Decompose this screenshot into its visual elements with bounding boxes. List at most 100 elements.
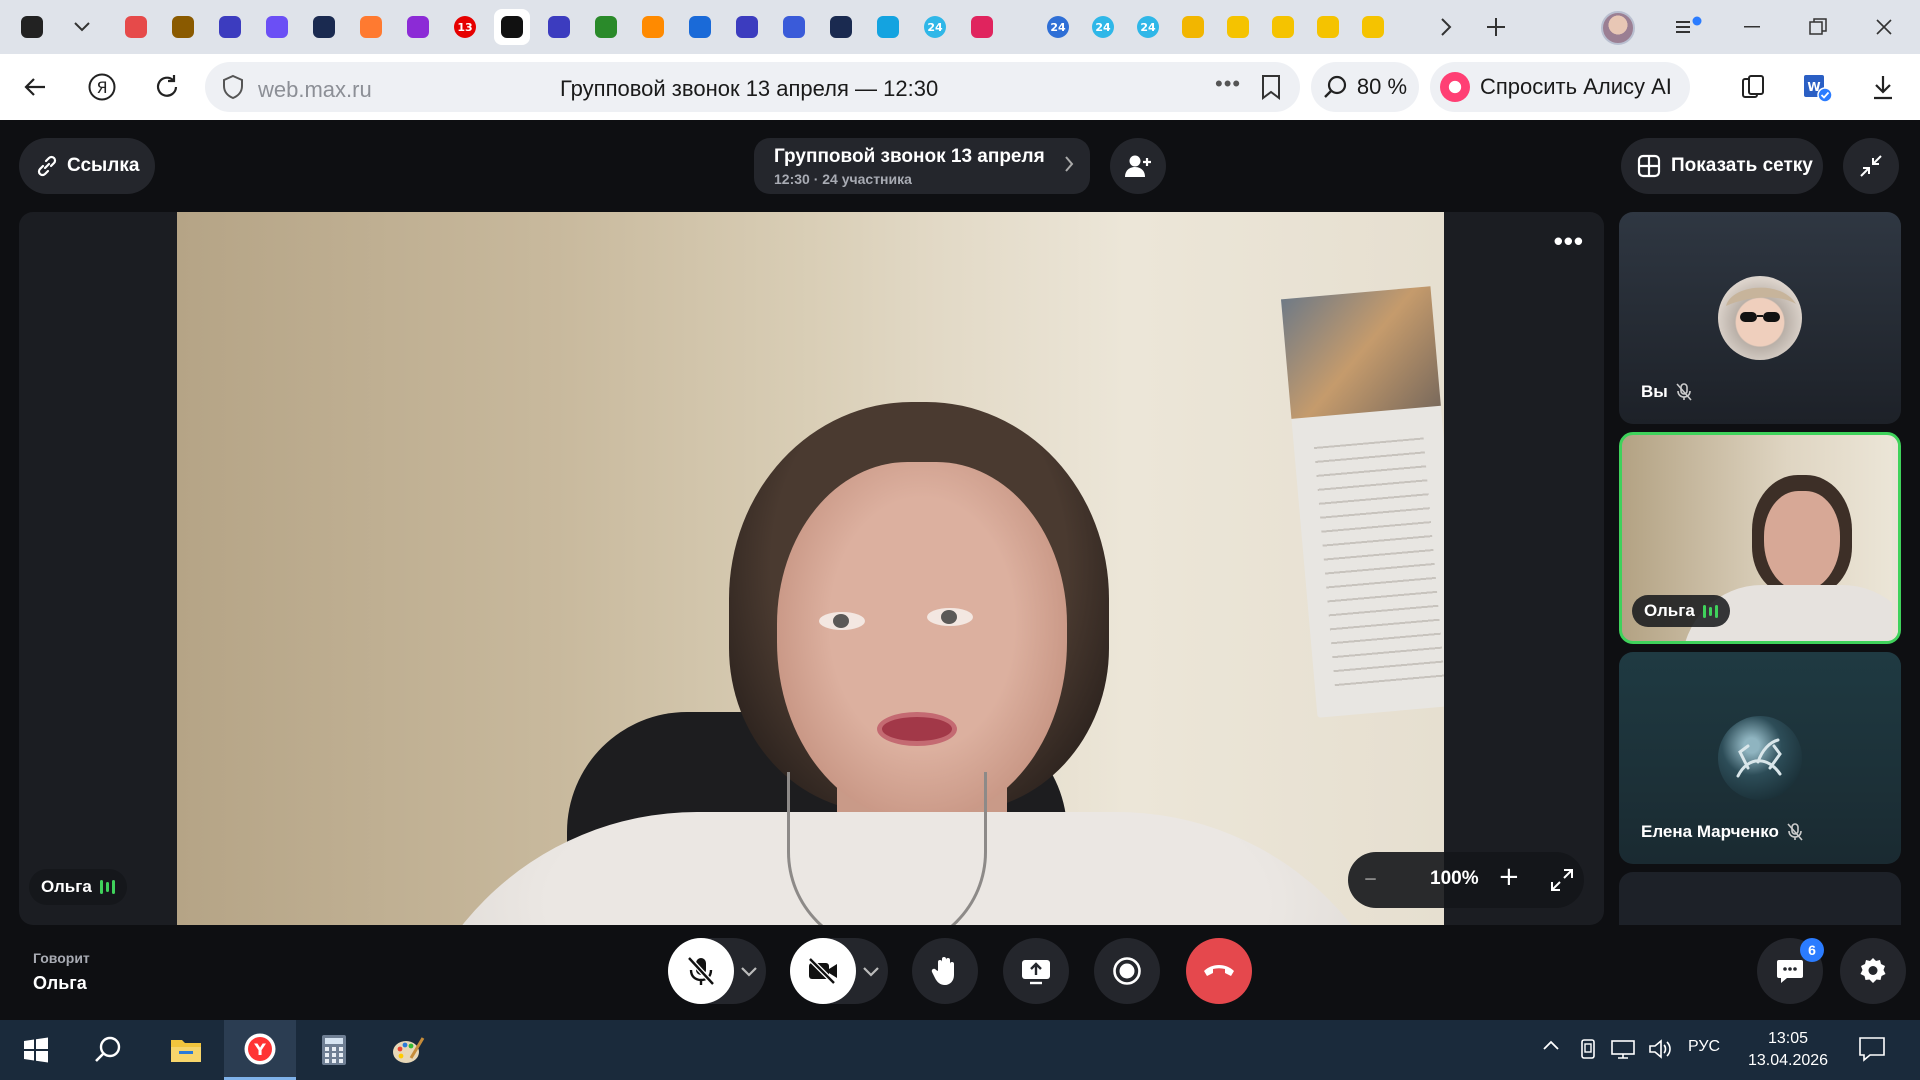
minimize-window-icon[interactable] bbox=[1734, 9, 1770, 45]
note-icon bbox=[1227, 16, 1249, 38]
browser-tab-mail-icon[interactable] bbox=[118, 9, 154, 45]
show-hidden-icons-chevron-icon[interactable] bbox=[1542, 1038, 1560, 1056]
paint-icon[interactable] bbox=[372, 1020, 444, 1080]
raise-hand-button[interactable] bbox=[912, 938, 978, 1004]
browser-tab-cube-icon[interactable] bbox=[541, 9, 577, 45]
microphone-toggle-button[interactable] bbox=[668, 938, 734, 1004]
browser-tab-speaker-icon[interactable] bbox=[14, 9, 50, 45]
system-clock[interactable]: 13:05 13.04.2026 bbox=[1738, 1028, 1838, 1072]
speaking-label: Говорит bbox=[33, 950, 90, 966]
add-user-icon bbox=[1125, 155, 1151, 177]
url-text[interactable]: web.max.ru bbox=[258, 77, 372, 103]
tab-list-chevron-icon[interactable] bbox=[64, 9, 100, 45]
zoom-in-icon[interactable]: + bbox=[1498, 864, 1520, 890]
device-icon[interactable] bbox=[1578, 1038, 1598, 1065]
browser-tab-swirl-icon[interactable] bbox=[306, 9, 342, 45]
start-windows-icon[interactable] bbox=[0, 1020, 72, 1080]
browser-tab-bitrix-icon[interactable]: 24 bbox=[1040, 9, 1076, 45]
search-icon[interactable] bbox=[72, 1020, 144, 1080]
browser-tab-bitrix-icon[interactable]: 24 bbox=[1085, 9, 1121, 45]
browser-tab-link-icon[interactable] bbox=[682, 9, 718, 45]
mic-options-chevron-icon[interactable] bbox=[740, 960, 758, 982]
browser-tab-play-icon[interactable] bbox=[1355, 9, 1391, 45]
participant-tile-olga[interactable]: Ольга bbox=[1619, 432, 1901, 644]
profile-avatar[interactable] bbox=[1601, 11, 1635, 45]
new-tab-plus-icon[interactable] bbox=[1478, 9, 1514, 45]
browser-tab-note-icon[interactable] bbox=[1220, 9, 1256, 45]
yandex-home-icon[interactable]: Я bbox=[83, 68, 121, 106]
close-window-icon[interactable] bbox=[1866, 9, 1902, 45]
browser-tab-cube-icon[interactable] bbox=[729, 9, 765, 45]
necklace bbox=[787, 772, 987, 925]
camera-toggle-button[interactable] bbox=[790, 938, 856, 1004]
browser-tab-swirl-icon[interactable] bbox=[823, 9, 859, 45]
network-icon[interactable] bbox=[1610, 1038, 1638, 1065]
tab-menu-icon[interactable] bbox=[1670, 9, 1706, 45]
address-bar[interactable]: web.max.ru Групповой звонок 13 апреля — … bbox=[205, 62, 1300, 112]
download-icon[interactable] bbox=[1864, 68, 1902, 106]
shield-icon[interactable] bbox=[219, 73, 247, 101]
scroll-tabs-right-icon[interactable] bbox=[1428, 9, 1464, 45]
call-title: Групповой звонок 13 апреля bbox=[774, 145, 1045, 167]
notifications-icon[interactable] bbox=[1858, 1036, 1886, 1067]
bookmark-icon[interactable] bbox=[1260, 74, 1282, 100]
record-button[interactable] bbox=[1094, 938, 1160, 1004]
browser-tab-play-icon[interactable] bbox=[1310, 9, 1346, 45]
browser-tab-envelope-icon[interactable] bbox=[635, 9, 671, 45]
participant-tile-next[interactable] bbox=[1619, 872, 1901, 925]
calculator-icon[interactable] bbox=[298, 1020, 370, 1080]
browser-tab-hm-icon[interactable] bbox=[165, 9, 201, 45]
copy-link-button[interactable]: Ссылка bbox=[19, 138, 155, 194]
speaking-indicator-icon bbox=[99, 880, 115, 894]
browser-tab-cube-icon[interactable] bbox=[212, 9, 248, 45]
yandex-browser-taskbar-icon[interactable]: Y bbox=[224, 1020, 296, 1080]
browser-tab-bitrix-icon[interactable]: 24 bbox=[917, 9, 953, 45]
page-zoom-button[interactable]: 80 % bbox=[1311, 62, 1419, 112]
call-info-button[interactable]: Групповой звонок 13 апреля 12:30 · 24 уч… bbox=[754, 138, 1090, 194]
face-icon bbox=[407, 16, 429, 38]
file-explorer-icon[interactable] bbox=[150, 1020, 222, 1080]
main-video-stage[interactable]: ••• Ольга – 100% + bbox=[19, 212, 1604, 925]
reload-icon[interactable] bbox=[148, 68, 186, 106]
browser-tab-pinwheel-icon[interactable] bbox=[1175, 9, 1211, 45]
browser-tab-ring-icon[interactable] bbox=[964, 9, 1000, 45]
show-grid-button[interactable]: Показать сетку bbox=[1621, 138, 1823, 194]
envelope-icon bbox=[642, 16, 664, 38]
stage-more-options-icon[interactable]: ••• bbox=[1554, 226, 1584, 257]
settings-button[interactable] bbox=[1840, 938, 1906, 1004]
calendar-13-icon: 13 bbox=[454, 16, 476, 38]
restore-window-icon[interactable] bbox=[1800, 9, 1836, 45]
camera-off-icon bbox=[808, 957, 837, 985]
browser-tab-face-icon[interactable] bbox=[400, 9, 436, 45]
collections-icon[interactable] bbox=[1734, 68, 1772, 106]
browser-tab-calendar-13-icon[interactable]: 13 bbox=[447, 9, 483, 45]
collapse-button[interactable] bbox=[1843, 138, 1899, 194]
word-extension-icon[interactable]: W bbox=[1798, 68, 1836, 106]
add-participant-button[interactable] bbox=[1110, 138, 1166, 194]
browser-tab-leaf-icon[interactable] bbox=[588, 9, 624, 45]
volume-icon[interactable] bbox=[1648, 1038, 1674, 1065]
camera-options-chevron-icon[interactable] bbox=[862, 960, 880, 982]
end-call-button[interactable] bbox=[1186, 938, 1252, 1004]
participant-tile-you[interactable]: Вы bbox=[1619, 212, 1901, 424]
more-dots-icon[interactable]: ••• bbox=[1215, 71, 1241, 97]
wall-calendar bbox=[1280, 286, 1444, 718]
fullscreen-icon[interactable] bbox=[1550, 868, 1574, 897]
mic-off-icon bbox=[1676, 383, 1692, 401]
browser-tab-play-icon[interactable] bbox=[1265, 9, 1301, 45]
zoom-out-icon[interactable]: – bbox=[1364, 865, 1377, 891]
speaker-icon bbox=[21, 16, 43, 38]
browser-tab-feather-icon[interactable] bbox=[776, 9, 812, 45]
browser-tab-pdf-icon[interactable] bbox=[353, 9, 389, 45]
participant-tile-elena-marchenko[interactable]: Елена Марченко bbox=[1619, 652, 1901, 864]
ask-alice-button[interactable]: Спросить Алису AI bbox=[1430, 62, 1690, 112]
browser-tab-star-icon[interactable] bbox=[259, 9, 295, 45]
browser-tab-bitrix-icon[interactable]: 24 bbox=[1130, 9, 1166, 45]
input-language[interactable]: РУС bbox=[1688, 1038, 1720, 1056]
back-arrow-icon[interactable] bbox=[16, 68, 54, 106]
share-screen-button[interactable] bbox=[1003, 938, 1069, 1004]
browser-tab-speaker-icon[interactable] bbox=[494, 9, 530, 45]
share-screen-icon bbox=[1022, 960, 1050, 985]
browser-tab-app-icon[interactable] bbox=[870, 9, 906, 45]
ring-icon bbox=[971, 16, 993, 38]
